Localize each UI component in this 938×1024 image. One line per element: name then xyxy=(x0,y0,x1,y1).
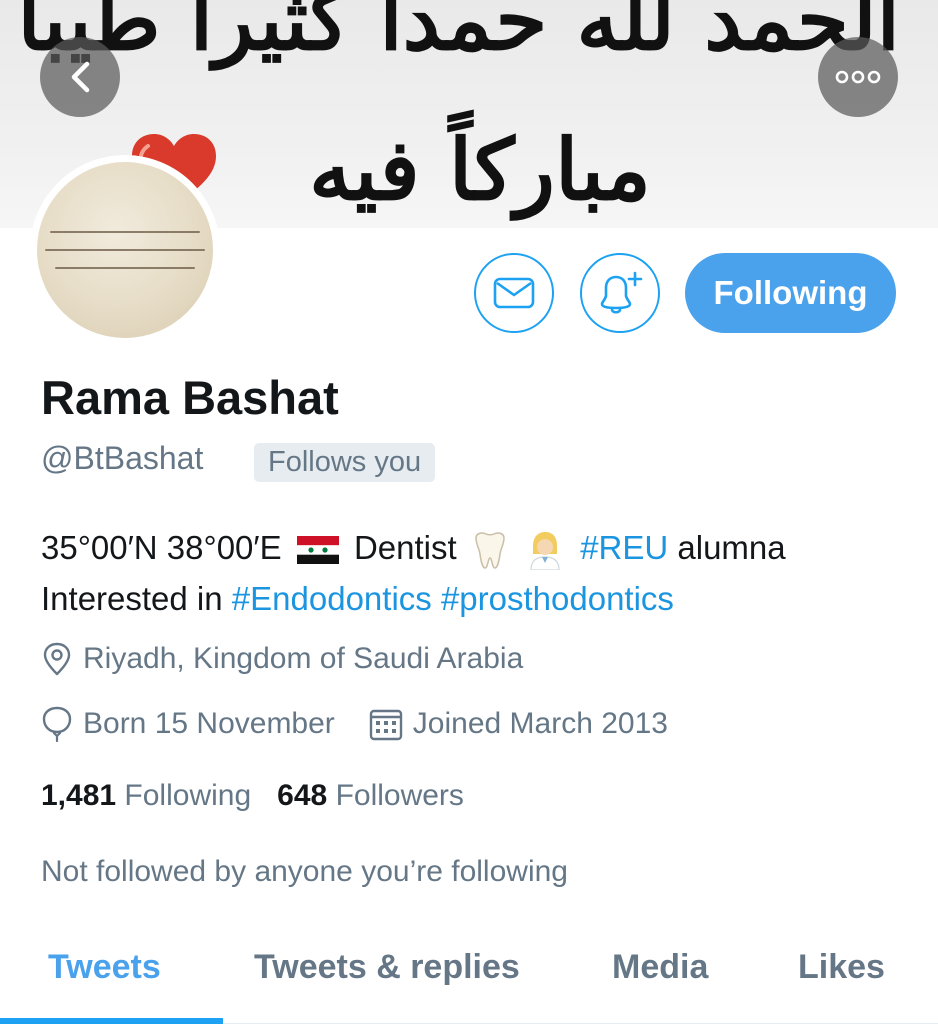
avatar[interactable] xyxy=(30,155,220,345)
tab-media[interactable]: Media xyxy=(612,948,708,987)
joined-text: Joined March 2013 xyxy=(412,707,668,740)
profile-tabs: Tweets Tweets & replies Media Likes xyxy=(0,930,938,1024)
back-button[interactable] xyxy=(40,37,120,117)
hashtag-endodontics[interactable]: #Endodontics xyxy=(232,580,432,617)
banner-text-line1: الحمد لله حمداً كثيراً طيباً xyxy=(17,0,900,69)
bio-suffix: alumna xyxy=(677,529,786,566)
following-label: Following xyxy=(124,779,252,812)
balloon-icon xyxy=(42,706,72,742)
banner-text-line2: مباركاً فيه xyxy=(309,120,651,219)
profile-handle: @BtBashat xyxy=(41,440,204,476)
tab-tweets[interactable]: Tweets xyxy=(48,948,161,987)
hashtag-reu[interactable]: #REU xyxy=(580,529,668,566)
more-horizontal-icon xyxy=(835,70,881,84)
active-tab-indicator xyxy=(0,1018,223,1024)
profile-name: Rama Bashat xyxy=(41,371,339,424)
following-count: 1,481 xyxy=(41,779,117,812)
follows-you-badge: Follows you xyxy=(254,443,436,482)
bio-coordinates: 35°00′N 38°00′E xyxy=(41,529,282,566)
bio-line-1: 35°00′N 38°00′E Dentist #REU alumna xyxy=(41,522,921,573)
health-worker-icon xyxy=(530,532,560,571)
hashtag-prosthodontics[interactable]: #prosthodontics xyxy=(441,580,674,617)
profile-bio: 35°00′N 38°00′E Dentist #REU alumna Inte… xyxy=(41,522,921,624)
born-text: Born 15 November xyxy=(83,707,335,740)
avatar-image xyxy=(37,162,213,338)
bio-line-2: Interested in #Endodontics #prosthodonti… xyxy=(41,573,921,624)
location-text: Riyadh, Kingdom of Saudi Arabia xyxy=(83,642,524,675)
message-button[interactable] xyxy=(474,253,554,333)
calendar-icon xyxy=(369,709,402,741)
bell-plus-icon xyxy=(600,271,643,314)
followers-stat[interactable]: 648 Followers xyxy=(277,779,464,813)
location-pin-icon xyxy=(43,642,71,676)
bio-interest-prefix: Interested in xyxy=(41,580,223,617)
followers-label: Followers xyxy=(335,779,464,812)
bio-profession: Dentist xyxy=(353,529,457,566)
profile-stats: 1,481 Following 648 Followers xyxy=(41,779,464,813)
syria-flag-icon xyxy=(296,536,339,565)
tooth-icon xyxy=(475,532,505,570)
following-stat[interactable]: 1,481 Following xyxy=(41,779,251,813)
profile-dates: Born 15 November Joined March 2013 xyxy=(41,706,668,742)
following-button[interactable]: Following xyxy=(685,253,896,333)
notifications-button[interactable] xyxy=(580,253,660,333)
chevron-left-icon xyxy=(71,61,90,93)
followers-count: 648 xyxy=(277,779,328,812)
tab-likes[interactable]: Likes xyxy=(798,948,885,987)
more-options-button[interactable] xyxy=(818,37,898,117)
tab-tweets-and-replies[interactable]: Tweets & replies xyxy=(254,948,520,987)
envelope-icon xyxy=(493,277,535,309)
profile-location: Riyadh, Kingdom of Saudi Arabia xyxy=(41,642,523,676)
mutual-followers-text: Not followed by anyone you’re following xyxy=(41,855,568,888)
